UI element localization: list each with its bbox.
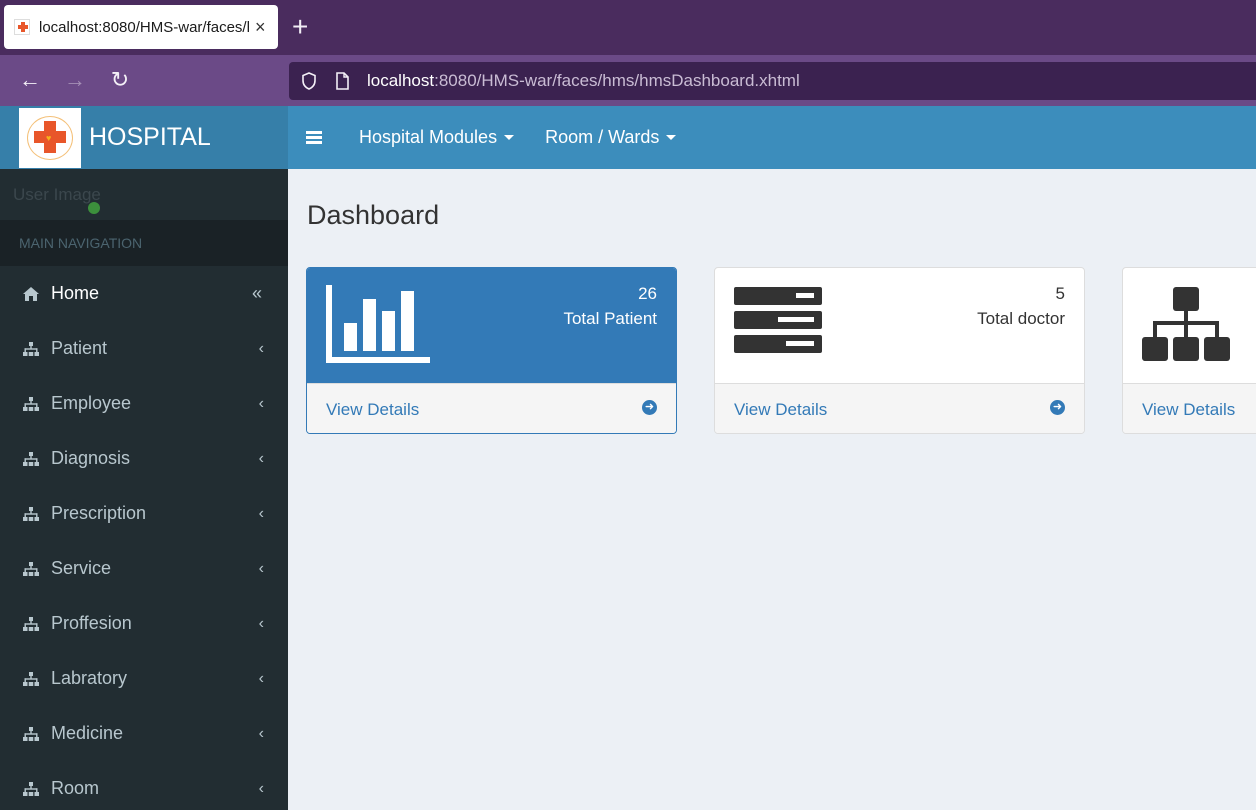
caret-down-icon xyxy=(504,135,515,140)
tab-title: localhost:8080/HMS-war/faces/hms/hmsDash… xyxy=(39,18,249,36)
url-path: :8080/HMS-war/faces/hms/hmsDashboard.xht… xyxy=(434,71,800,90)
online-status-dot xyxy=(88,202,100,214)
brand-name: HOSPITAL xyxy=(89,123,211,151)
sitemap-icon xyxy=(1142,287,1230,361)
sitemap-icon xyxy=(23,341,39,356)
tab-close-button[interactable]: × xyxy=(255,17,266,38)
forward-button[interactable]: → xyxy=(62,67,88,93)
server-icon xyxy=(734,287,822,353)
arrow-circle-right-icon: ➜ xyxy=(1050,400,1065,415)
sidebar-item-labratory[interactable]: Labratory ‹ xyxy=(0,651,288,706)
chevron-left-icon: ‹ xyxy=(258,559,264,577)
menu-label: Hospital Modules xyxy=(359,127,498,147)
chevron-left-icon: ‹ xyxy=(258,779,264,797)
home-icon xyxy=(23,286,39,301)
reload-button[interactable]: ↻ xyxy=(107,67,133,93)
address-bar[interactable]: localhost:8080/HMS-war/faces/hms/hmsDash… xyxy=(289,62,1256,100)
sidebar-item-prescription[interactable]: Prescription ‹ xyxy=(0,486,288,541)
browser-tab-bar: localhost:8080/HMS-war/faces/hms/hmsDash… xyxy=(0,0,1256,55)
page-info-icon[interactable] xyxy=(335,72,349,90)
menu-room-wards[interactable]: Room / Wards xyxy=(545,127,677,148)
url-text[interactable]: localhost:8080/HMS-war/faces/hms/hmsDash… xyxy=(367,71,800,91)
sidebar-item-label: Medicine xyxy=(51,723,124,743)
sidebar-item-label: Home xyxy=(51,283,100,303)
chevron-left-icon: ‹ xyxy=(258,669,264,687)
sidebar-item-proffesion[interactable]: Proffesion ‹ xyxy=(0,596,288,651)
sitemap-icon xyxy=(23,781,39,796)
card-total-patient: 26 Total Patient View Details ➜ xyxy=(306,267,677,434)
sitemap-icon xyxy=(23,561,39,576)
card-label: Total Patient xyxy=(563,309,657,328)
sidebar-item-label: Labratory xyxy=(51,668,128,688)
chevron-left-icon: ‹ xyxy=(258,724,264,742)
sidebar-item-label: Employee xyxy=(51,393,132,413)
sitemap-icon xyxy=(23,506,39,521)
sitemap-icon xyxy=(23,616,39,631)
sidebar-item-room[interactable]: Room ‹ xyxy=(0,761,288,810)
menu-toggle-icon[interactable] xyxy=(306,131,322,144)
sitemap-icon xyxy=(23,726,39,741)
chevron-left-icon: ‹ xyxy=(258,614,264,632)
card-header: 26 Total Patient xyxy=(307,268,676,383)
sidebar-item-diagnosis[interactable]: Diagnosis ‹ xyxy=(0,431,288,486)
sitemap-icon xyxy=(23,671,39,686)
card-total-doctor: 5 Total doctor View Details ➜ xyxy=(714,267,1085,434)
browser-tab[interactable]: localhost:8080/HMS-war/faces/hms/hmsDash… xyxy=(4,5,278,49)
user-image: User Image xyxy=(13,185,101,204)
sitemap-icon xyxy=(23,396,39,411)
doctor-count: 5 xyxy=(1055,284,1065,303)
sidebar-item-medicine[interactable]: Medicine ‹ xyxy=(0,706,288,761)
sidebar-item-label: Proffesion xyxy=(51,613,132,633)
sidebar-item-employee[interactable]: Employee ‹ xyxy=(0,376,288,431)
page-title: Dashboard xyxy=(307,200,440,230)
chevron-left-icon: ‹ xyxy=(258,449,264,467)
card-departments: View Details xyxy=(1122,267,1256,434)
view-details-link[interactable]: View Details ➜ xyxy=(715,383,1084,433)
sidebar-item-label: Room xyxy=(51,778,100,798)
sidebar-item-label: Service xyxy=(51,558,112,578)
view-details-label: View Details xyxy=(734,399,828,419)
main-content: Dashboard 26 Total Patient View Details … xyxy=(288,169,1256,810)
double-chevron-left-icon: « xyxy=(251,283,262,303)
view-details-label: View Details xyxy=(1142,399,1236,419)
user-panel: User Image xyxy=(0,169,288,220)
menu-hospital-modules[interactable]: Hospital Modules xyxy=(359,127,515,148)
app-header: Hospital Modules Room / Wards xyxy=(288,106,1256,169)
back-button[interactable]: ← xyxy=(17,67,43,93)
sidebar-item-label: Diagnosis xyxy=(51,448,131,468)
hospital-favicon-icon xyxy=(14,19,30,35)
view-details-link[interactable]: View Details xyxy=(1123,383,1256,433)
caret-down-icon xyxy=(666,135,677,140)
sidebar-item-patient[interactable]: Patient ‹ xyxy=(0,321,288,376)
chevron-left-icon: ‹ xyxy=(258,394,264,412)
shield-icon[interactable] xyxy=(301,72,317,90)
arrow-circle-right-icon: ➜ xyxy=(642,400,657,415)
sidebar-header: MAIN NAVIGATION xyxy=(0,220,288,266)
logo-area[interactable]: ♥ HOSPITAL xyxy=(0,106,288,169)
bar-chart-icon xyxy=(326,285,430,363)
menu-label: Room / Wards xyxy=(545,127,660,147)
sidebar-item-service[interactable]: Service ‹ xyxy=(0,541,288,596)
sidebar: User Image MAIN NAVIGATION Home « Patien… xyxy=(0,169,288,810)
view-details-label: View Details xyxy=(326,399,420,419)
sidebar-item-label: Prescription xyxy=(51,503,147,523)
card-header xyxy=(1123,268,1256,383)
chevron-left-icon: ‹ xyxy=(258,339,264,357)
url-host: localhost xyxy=(367,71,435,90)
hospital-logo: ♥ xyxy=(19,107,81,168)
sidebar-item-home[interactable]: Home « xyxy=(0,266,288,321)
view-details-link[interactable]: View Details ➜ xyxy=(307,383,676,433)
chevron-left-icon: ‹ xyxy=(258,504,264,522)
patient-count: 26 xyxy=(638,284,657,303)
sitemap-icon xyxy=(23,451,39,466)
sidebar-item-label: Patient xyxy=(51,338,108,358)
card-header: 5 Total doctor xyxy=(715,268,1084,383)
new-tab-button[interactable]: + xyxy=(292,10,308,44)
card-label: Total doctor xyxy=(977,309,1065,328)
